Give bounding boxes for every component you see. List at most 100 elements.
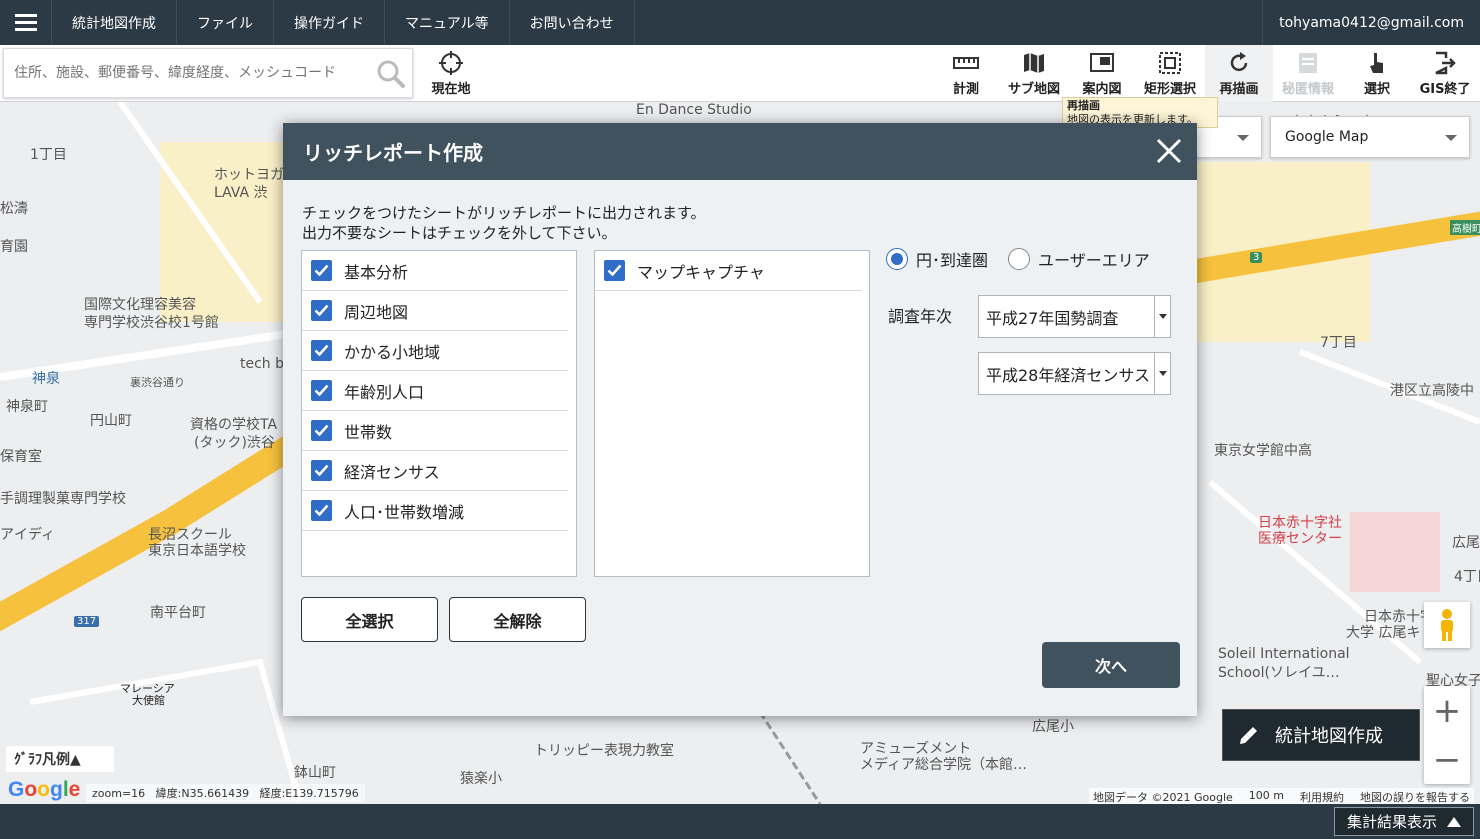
zoom-out-button[interactable]: − (1424, 735, 1470, 784)
measure-button[interactable]: 計測 (932, 45, 1000, 102)
search-input[interactable] (4, 49, 364, 97)
coordinate-readout: zoom=16 緯度:N35.661439 経度:E139.715796 (86, 784, 365, 802)
map-label: 大使館 (132, 694, 165, 707)
dropdown-arrow-icon[interactable] (1154, 296, 1170, 337)
radio-user-area[interactable]: ユーザーエリア (1008, 247, 1150, 271)
survey-year-select-2[interactable]: 平成28年経済センサス (978, 352, 1171, 395)
guide-map-icon (1090, 52, 1114, 72)
close-icon[interactable] (1155, 137, 1183, 165)
dropdown-arrow-icon[interactable] (1154, 353, 1170, 394)
radio-button-selected[interactable] (886, 248, 908, 270)
map-label: 医療センター (1258, 531, 1342, 547)
map-label: School(ソレイユ… (1218, 665, 1340, 681)
checkbox-checked[interactable] (311, 420, 332, 441)
select-button[interactable]: 選択 (1343, 45, 1411, 102)
next-button[interactable]: 次へ (1042, 642, 1180, 688)
menu-file[interactable]: ファイル (177, 0, 274, 45)
select-all-button[interactable]: 全選択 (301, 597, 438, 642)
top-menu-bar: 統計地図作成 ファイル 操作ガイド マニュアル等 お問い合わせ tohyama0… (0, 0, 1480, 45)
sheet-label: 人口･世帯数増減 (344, 502, 465, 522)
search-icon[interactable] (376, 59, 406, 89)
lat-readout: 緯度:N35.661439 (155, 787, 250, 800)
basemap-select[interactable]: Google Map (1270, 116, 1470, 158)
map-attribution: 地図データ ©2021 Google 100 m 利用規約 地図の誤りを報告する (1089, 788, 1474, 804)
checkmark-icon (314, 424, 329, 437)
dialog-title: リッチレポート作成 (303, 141, 483, 165)
checkbox-checked[interactable] (311, 260, 332, 281)
sheet-label: 経済センサス (344, 462, 440, 482)
checkbox-checked[interactable] (311, 340, 332, 361)
map-label: LAVA 渋 (214, 185, 268, 201)
checkmark-icon (607, 264, 622, 277)
report-error-link[interactable]: 地図の誤りを報告する (1360, 789, 1470, 804)
sub-map-button[interactable]: サブ地図 (1000, 45, 1068, 102)
zoom-in-button[interactable]: + (1424, 686, 1470, 735)
radio-label: ユーザーエリア (1038, 251, 1150, 270)
sheet-row-small-area[interactable]: かかる小地域 (302, 331, 568, 371)
checkmark-icon (314, 464, 329, 477)
triangle-up-icon (1447, 816, 1461, 827)
radio-circle-area[interactable]: 円･到達圏 (886, 247, 988, 271)
radio-label: 円･到達圏 (916, 251, 989, 270)
stat-map-create-button[interactable]: 統計地図作成 (1222, 709, 1420, 761)
checkbox-checked[interactable] (311, 460, 332, 481)
survey-year-select-1[interactable]: 平成27年国勢調査 (978, 295, 1171, 338)
zoom-readout: zoom=16 (92, 787, 146, 800)
show-results-label: 集計結果表示 (1346, 813, 1437, 831)
survey-year-label: 調査年次 (888, 307, 953, 326)
sub-map-label: サブ地図 (1007, 81, 1060, 97)
rich-report-dialog: リッチレポート作成 チェックをつけたシートがリッチレポートに出力されます。 出力… (283, 123, 1197, 716)
tooltip-title: 再描画 (1067, 99, 1100, 112)
street-view-pegman[interactable] (1424, 602, 1470, 648)
menu-stat-map[interactable]: 統計地図作成 (52, 0, 177, 45)
current-location-button[interactable]: 現在地 (417, 45, 485, 102)
map-label: 松濤 (0, 201, 28, 217)
checkmark-icon (314, 344, 329, 357)
map-label: メディア総合学院（本館… (860, 757, 1028, 773)
map-label: 高樹町 (1450, 220, 1480, 235)
confidential-info-button: 秘匿情報 (1274, 45, 1342, 102)
map-label: 手調理製菓専門学校 (0, 491, 126, 507)
checkbox-checked[interactable] (311, 300, 332, 321)
menu-guide[interactable]: 操作ガイド (274, 0, 385, 45)
checkbox-checked[interactable] (311, 380, 332, 401)
map-label: En Dance Studio (636, 102, 752, 118)
terms-link[interactable]: 利用規約 (1300, 789, 1344, 804)
rect-select-icon (1159, 51, 1181, 74)
pencil-icon (1240, 727, 1257, 744)
map-label: 猿楽小 (460, 771, 502, 787)
gis-exit-label: GIS終了 (1419, 81, 1471, 97)
route-badge: 317 (74, 616, 100, 627)
map-label: 7丁目 (1320, 335, 1357, 351)
checkbox-checked[interactable] (311, 500, 332, 521)
map-label: アイディ (0, 527, 56, 543)
checkbox-checked[interactable] (604, 260, 625, 281)
guide-map-button[interactable]: 案内図 (1068, 45, 1136, 102)
deselect-all-button[interactable]: 全解除 (449, 597, 586, 642)
guide-map-label: 案内図 (1082, 81, 1122, 97)
show-results-button[interactable]: 集計結果表示 (1333, 807, 1474, 836)
menu-contact[interactable]: お問い合わせ (510, 0, 635, 45)
rect-select-button[interactable]: 矩形選択 (1136, 45, 1204, 102)
sheet-row-age-population[interactable]: 年齢別人口 (302, 371, 568, 411)
graph-legend-toggle[interactable]: ｸﾞﾗﾌ凡例▲ (6, 746, 114, 772)
radio-button[interactable] (1008, 248, 1031, 270)
account-email[interactable]: tohyama0412@gmail.com (1262, 0, 1480, 45)
map-label: 広尾小 (1032, 719, 1074, 735)
sheet-row-basic[interactable]: 基本分析 (302, 251, 568, 291)
sheet-row-map-capture[interactable]: マップキャプチャ (595, 251, 861, 291)
sheet-row-area-map[interactable]: 周辺地図 (302, 291, 568, 331)
crosshair-icon (439, 50, 463, 75)
sheet-row-population-change[interactable]: 人口･世帯数増減 (302, 491, 568, 531)
sheet-row-economic-census[interactable]: 経済センサス (302, 451, 568, 491)
select-label: 選択 (1363, 81, 1390, 97)
menu-manual[interactable]: マニュアル等 (385, 0, 510, 45)
map-label: 神泉町 (6, 399, 48, 415)
hamburger-menu-icon[interactable] (0, 0, 52, 45)
scale-bar[interactable]: 100 m (1249, 789, 1284, 804)
toolbar: 現在地 計測 サブ地図 案内図 矩形選択 再描 (0, 45, 1480, 102)
map-label: ホットヨガ (214, 167, 284, 183)
sheet-row-households[interactable]: 世帯数 (302, 411, 568, 451)
redraw-button[interactable]: 再描画 (1205, 45, 1273, 102)
gis-exit-button[interactable]: GIS終了 (1411, 45, 1479, 102)
